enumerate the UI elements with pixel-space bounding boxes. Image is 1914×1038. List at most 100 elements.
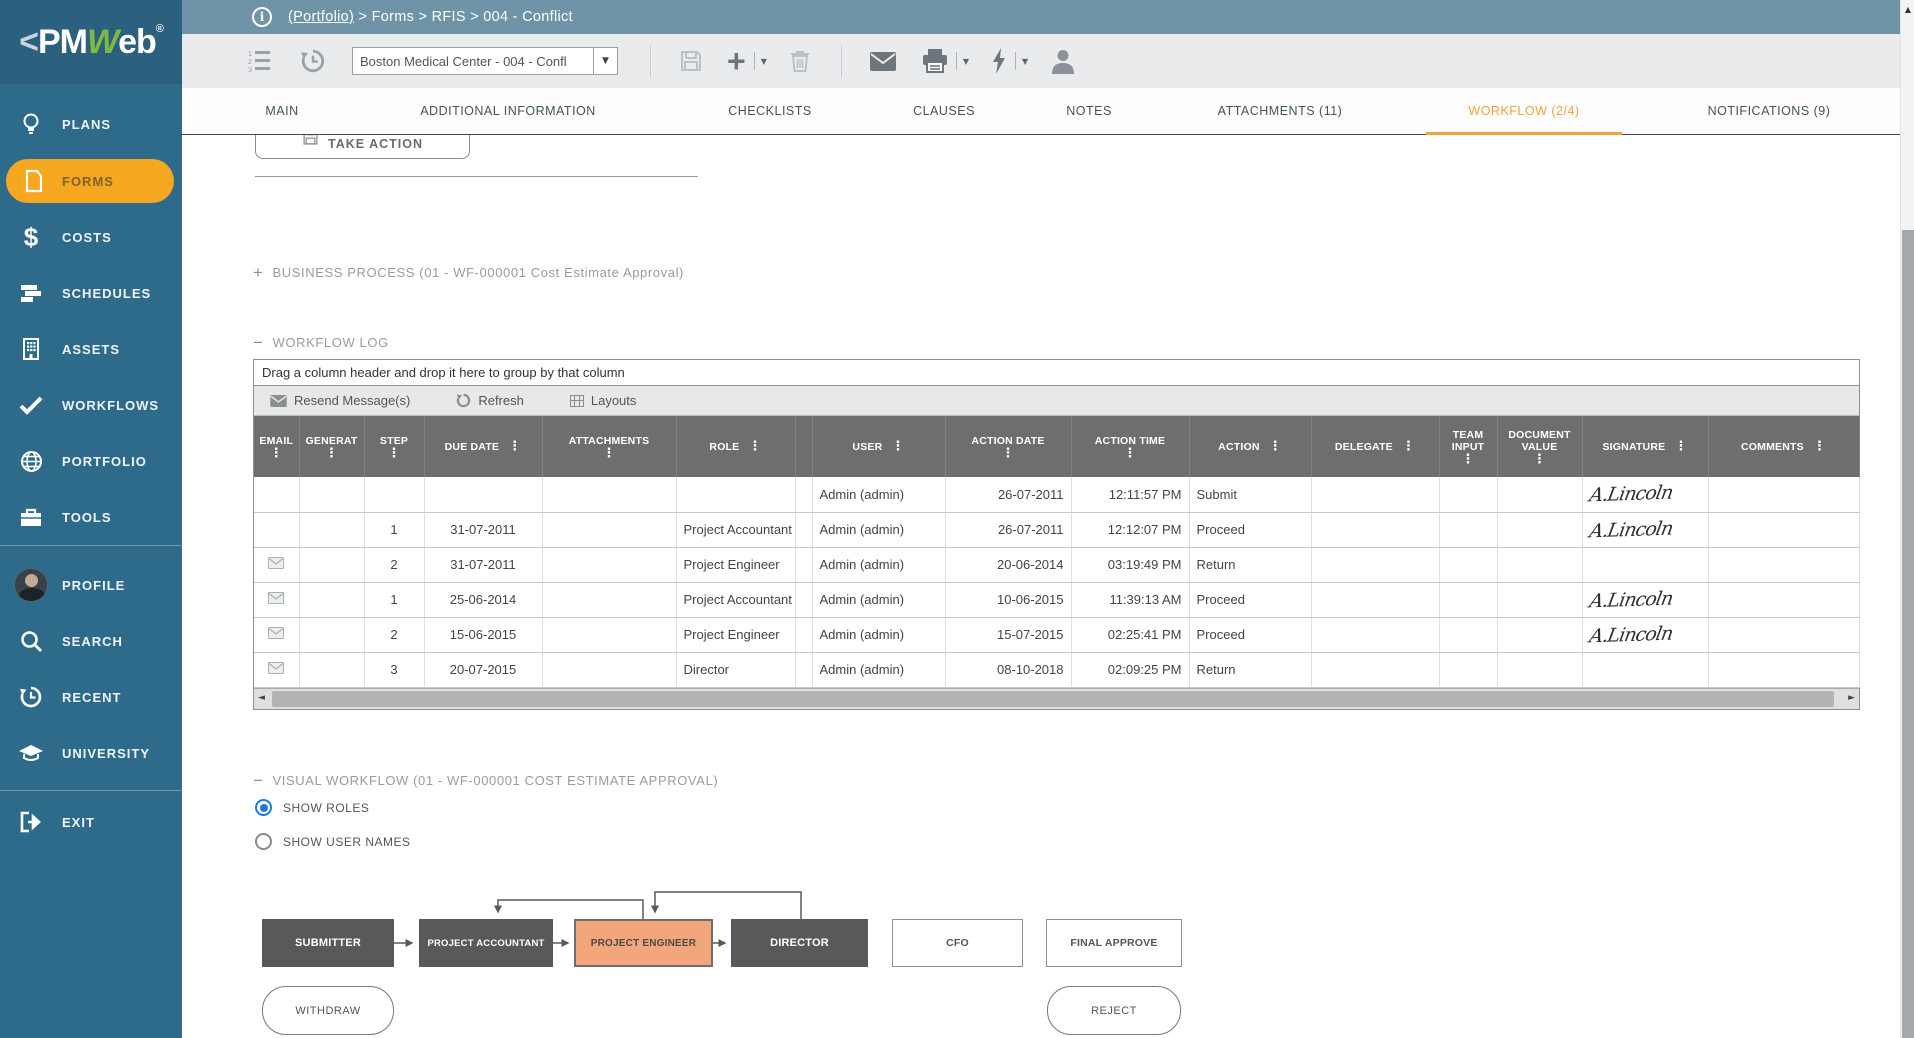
tab-notifications[interactable]: NOTIFICATIONS (9) — [1708, 88, 1831, 134]
resend-messages-button[interactable]: Resend Message(s) — [270, 393, 410, 408]
sidebar-item-recent[interactable]: RECENT — [0, 675, 182, 719]
scroll-up-icon[interactable]: ▲ — [1901, 5, 1914, 14]
col-action[interactable]: ACTION⋮ — [1189, 416, 1311, 477]
sidebar-item-plans[interactable]: PLANS — [0, 102, 182, 146]
tab-attachments[interactable]: ATTACHMENTS (11) — [1218, 88, 1343, 134]
sidebar-item-forms[interactable]: FORMS — [6, 159, 174, 203]
tab-notes[interactable]: NOTES — [1066, 88, 1112, 134]
cell-action-date: 26-07-2011 — [945, 512, 1071, 547]
sidebar-item-costs[interactable]: $ COSTS — [0, 215, 182, 259]
sidebar-item-assets[interactable]: ASSETS — [0, 327, 182, 371]
column-menu-icon[interactable]: ⋮ — [1461, 454, 1474, 465]
history-icon[interactable] — [300, 48, 326, 74]
column-menu-icon[interactable]: ⋮ — [387, 448, 400, 459]
print-icon[interactable] — [922, 49, 948, 73]
col-step[interactable]: STEP⋮ — [364, 416, 424, 477]
info-icon[interactable]: i — [252, 7, 272, 27]
vertical-scrollbar[interactable]: ▲ — [1900, 0, 1914, 1038]
add-dropdown-caret-icon[interactable]: ▼ — [761, 57, 767, 66]
scroll-left-icon[interactable]: ◄ — [258, 693, 265, 703]
column-menu-icon[interactable]: ⋮ — [1674, 441, 1687, 452]
col-action-date[interactable]: ACTION DATE⋮ — [945, 416, 1071, 477]
user-icon[interactable] — [1050, 48, 1076, 74]
visual-workflow-section-header[interactable]: − VISUAL WORKFLOW (01 - WF-000001 COST E… — [253, 773, 718, 788]
business-process-section-header[interactable]: + BUSINESS PROCESS (01 - WF-000001 Cost … — [253, 265, 684, 280]
col-action-time[interactable]: ACTION TIME⋮ — [1071, 416, 1189, 477]
list-view-icon[interactable]: 123 — [248, 49, 272, 73]
sidebar-item-portfolio[interactable]: PORTFOLIO — [0, 439, 182, 483]
table-row[interactable]: Admin (admin) 26-07-2011 12:11:57 PM Sub… — [254, 477, 1859, 512]
sidebar-item-profile[interactable]: PROFILE — [0, 563, 182, 607]
column-menu-icon[interactable]: ⋮ — [508, 441, 521, 452]
sidebar-item-tools[interactable]: TOOLS — [0, 495, 182, 539]
col-email[interactable]: EMAIL⋮ — [254, 416, 299, 477]
save-icon[interactable] — [679, 49, 703, 73]
column-menu-icon[interactable]: ⋮ — [325, 448, 338, 459]
column-menu-icon[interactable]: ⋮ — [1402, 441, 1415, 452]
column-menu-icon[interactable]: ⋮ — [1533, 454, 1546, 465]
table-row[interactable]: 1 31-07-2011 Project Accountant Admin (a… — [254, 512, 1859, 547]
column-menu-icon[interactable]: ⋮ — [748, 441, 761, 452]
col-generate[interactable]: GENERAT⋮ — [299, 416, 364, 477]
table-row[interactable]: 2 15-06-2015 Project Engineer Admin (adm… — [254, 617, 1859, 652]
tab-checklists[interactable]: CHECKLISTS — [728, 88, 812, 134]
sidebar-item-workflows[interactable]: WORKFLOWS — [0, 383, 182, 427]
column-menu-icon[interactable]: ⋮ — [1813, 441, 1826, 452]
show-user-names-radio[interactable]: SHOW USER NAMES — [255, 833, 411, 850]
column-menu-icon[interactable]: ⋮ — [891, 441, 904, 452]
tab-bar: MAIN ADDITIONAL INFORMATION CHECKLISTS C… — [182, 88, 1900, 135]
tab-clauses[interactable]: CLAUSES — [913, 88, 975, 134]
sidebar-item-search[interactable]: SEARCH — [0, 619, 182, 663]
sidebar-item-university[interactable]: UNIVERSITY — [0, 731, 182, 775]
pmweb-logo[interactable]: <PMWeb® — [0, 0, 182, 84]
cell-action-time: 12:12:07 PM — [1071, 512, 1189, 547]
chevron-down-icon[interactable]: ▼ — [593, 48, 617, 74]
cell-signature: A.Lincoln — [1582, 477, 1708, 512]
print-dropdown-caret-icon[interactable]: ▼ — [963, 57, 969, 66]
add-icon[interactable]: + — [727, 51, 746, 71]
show-roles-radio[interactable]: SHOW ROLES — [255, 799, 369, 816]
record-selector[interactable]: Boston Medical Center - 004 - Confl ▼ — [352, 47, 618, 75]
col-due-date[interactable]: DUE DATE⋮ — [424, 416, 542, 477]
radio-selected-icon[interactable] — [255, 799, 272, 816]
collapse-icon[interactable]: − — [253, 338, 264, 348]
column-menu-icon[interactable]: ⋮ — [602, 448, 615, 459]
table-row[interactable]: 1 25-06-2014 Project Accountant Admin (a… — [254, 582, 1859, 617]
col-role[interactable]: ROLE⋮ — [676, 416, 795, 477]
collapse-icon[interactable]: − — [253, 776, 264, 786]
col-team-input[interactable]: TEAM INPUT⋮ — [1439, 416, 1497, 477]
horizontal-scrollbar[interactable]: ◄ ► — [254, 688, 1859, 709]
col-comments[interactable]: COMMENTS⋮ — [1708, 416, 1859, 477]
tab-workflow[interactable]: WORKFLOW (2/4) — [1468, 88, 1579, 134]
col-user[interactable]: USER⋮ — [812, 416, 945, 477]
col-document-value[interactable]: DOCUMENT VALUE⋮ — [1497, 416, 1582, 477]
take-action-button[interactable]: TAKE ACTION — [255, 135, 470, 159]
workflow-log-section-header[interactable]: − WORKFLOW LOG — [253, 335, 389, 350]
column-menu-icon[interactable]: ⋮ — [1123, 448, 1136, 459]
delete-icon[interactable] — [789, 49, 811, 73]
table-row[interactable]: 3 20-07-2015 Director Admin (admin) 08-1… — [254, 652, 1859, 687]
sidebar-item-exit[interactable]: EXIT — [0, 800, 182, 844]
table-row[interactable]: 2 31-07-2011 Project Engineer Admin (adm… — [254, 547, 1859, 582]
refresh-button[interactable]: Refresh — [456, 393, 524, 408]
horizontal-scrollbar-thumb[interactable] — [272, 691, 1834, 707]
radio-unselected-icon[interactable] — [255, 833, 272, 850]
col-delegate[interactable]: DELEGATE⋮ — [1311, 416, 1439, 477]
scroll-right-icon[interactable]: ► — [1848, 693, 1855, 703]
tab-additional-information[interactable]: ADDITIONAL INFORMATION — [420, 88, 596, 134]
vertical-scrollbar-thumb[interactable] — [1902, 230, 1914, 1038]
layouts-button[interactable]: Layouts — [570, 393, 637, 408]
column-menu-icon[interactable]: ⋮ — [1001, 448, 1014, 459]
email-icon[interactable] — [870, 52, 896, 71]
column-menu-icon[interactable]: ⋮ — [270, 448, 283, 459]
column-menu-icon[interactable]: ⋮ — [1269, 441, 1282, 452]
col-attachments[interactable]: ATTACHMENTS⋮ — [542, 416, 676, 477]
breadcrumb-portfolio-link[interactable]: (Portfolio) — [288, 9, 354, 25]
lightning-icon[interactable] — [991, 48, 1007, 74]
group-by-bar[interactable]: Drag a column header and drop it here to… — [254, 360, 1859, 386]
tab-main[interactable]: MAIN — [265, 88, 298, 134]
expand-icon[interactable]: + — [253, 268, 264, 278]
sidebar-item-schedules[interactable]: SCHEDULES — [0, 271, 182, 315]
workflow-dropdown-caret-icon[interactable]: ▼ — [1022, 57, 1028, 66]
col-signature[interactable]: SIGNATURE⋮ — [1582, 416, 1708, 477]
